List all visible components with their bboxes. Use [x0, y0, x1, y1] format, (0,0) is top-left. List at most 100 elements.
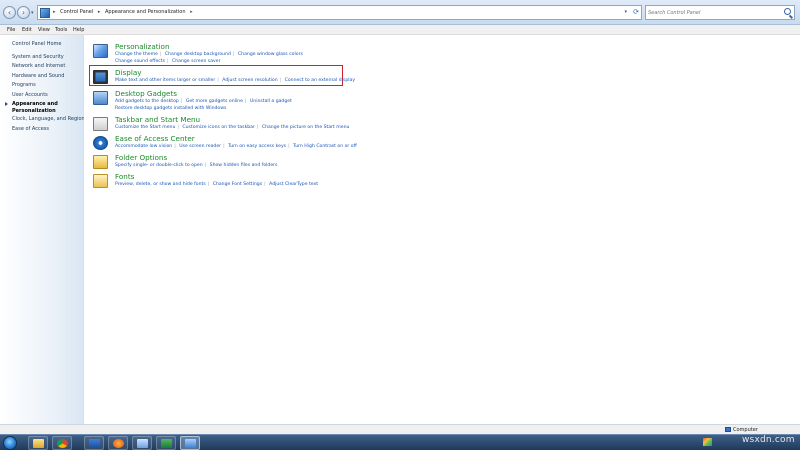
link-adjust-screen-resolution[interactable]: Adjust screen resolution [222, 78, 277, 83]
back-button[interactable]: ‹ [3, 6, 16, 19]
menu-help[interactable]: Help [73, 27, 84, 33]
search-icon[interactable] [784, 8, 791, 15]
link-customize-start-menu[interactable]: Customize the Start menu [115, 125, 175, 130]
link-change-font-settings[interactable]: Change Font Settings [213, 182, 262, 187]
sidebar-item-appearance-line1: Appearance and [12, 101, 58, 107]
sidebar: Control Panel Home System and Security N… [0, 35, 85, 425]
address-dropdown[interactable]: ▾ [624, 9, 627, 15]
taskbar-word-button[interactable] [84, 436, 104, 450]
link-easy-access-keys[interactable]: Turn on easy access keys [228, 144, 286, 149]
taskbar-excel-button[interactable] [156, 436, 176, 450]
address-field[interactable]: ▸ Control Panel ▸ Appearance and Persona… [37, 5, 642, 20]
link-connect-external-display[interactable]: Connect to an external display [285, 78, 355, 83]
control-panel-icon [185, 439, 196, 448]
breadcrumb: ▸ Control Panel ▸ Appearance and Persona… [53, 9, 193, 15]
sidebar-item-control-panel-home[interactable]: Control Panel Home [12, 41, 62, 47]
category-links: Specify single- or double-click to open |… [115, 163, 278, 168]
sidebar-item-network-and-internet[interactable]: Network and Internet [12, 63, 65, 69]
gadgets-icon[interactable] [93, 91, 108, 105]
link-change-screen-saver[interactable]: Change screen saver [172, 59, 220, 64]
category-title[interactable]: Fonts [115, 172, 134, 181]
start-button[interactable] [3, 436, 17, 450]
taskbar-firefox-button[interactable] [108, 436, 128, 450]
menu-file[interactable]: File [7, 27, 15, 33]
recent-pages-dropdown[interactable]: ▾ [31, 10, 34, 16]
fonts-icon[interactable] [93, 174, 108, 188]
sidebar-item-ease-of-access[interactable]: Ease of Access [12, 126, 49, 132]
category-links: Make text and other items larger or smal… [115, 78, 356, 83]
sidebar-item-programs[interactable]: Programs [12, 82, 36, 88]
status-computer-label: Computer [733, 427, 758, 433]
address-bar: ‹ › ▾ ▸ Control Panel ▸ Appearance and P… [0, 0, 800, 25]
link-customize-taskbar-icons[interactable]: Customize icons on the taskbar [182, 125, 254, 130]
action-center-flag-icon[interactable] [703, 438, 712, 446]
link-make-text-larger[interactable]: Make text and other items larger or smal… [115, 78, 215, 83]
category-links: Customize the Start menu | Customize icon… [115, 125, 350, 130]
search-box[interactable] [645, 5, 795, 20]
category-links: Accommodate low vision | Use screen reade… [115, 144, 357, 149]
main-content: Personalization Change the theme | Change… [84, 35, 800, 425]
link-accommodate-low-vision[interactable]: Accommodate low vision [115, 144, 172, 149]
firefox-icon [113, 439, 124, 448]
category-title[interactable]: Personalization [115, 42, 170, 51]
current-page-indicator-icon [5, 102, 8, 106]
personalization-icon[interactable] [93, 44, 108, 58]
category-personalization: Personalization Change the theme | Change… [90, 41, 390, 64]
link-restore-gadgets[interactable]: Restore desktop gadgets installed with W… [115, 106, 226, 111]
menu-view[interactable]: View [38, 27, 50, 33]
breadcrumb-control-panel[interactable]: Control Panel [60, 9, 93, 15]
back-arrow-icon: ‹ [7, 8, 12, 17]
link-add-gadgets[interactable]: Add gadgets to the desktop [115, 99, 179, 104]
forward-button[interactable]: › [17, 6, 30, 19]
link-get-more-gadgets[interactable]: Get more gadgets online [186, 99, 243, 104]
link-change-window-glass-colors[interactable]: Change window glass colors [238, 52, 303, 57]
link-change-desktop-background[interactable]: Change desktop background [165, 52, 231, 57]
sidebar-item-clock-language-region[interactable]: Clock, Language, and Region [12, 116, 85, 122]
chevron-right-icon[interactable]: ▸ [190, 9, 193, 15]
sidebar-item-user-accounts[interactable]: User Accounts [12, 92, 48, 98]
category-title[interactable]: Taskbar and Start Menu [115, 115, 200, 124]
link-change-start-picture[interactable]: Change the picture on the Start menu [262, 125, 350, 130]
category-fonts: Fonts Preview, delete, or show and hide … [90, 171, 390, 193]
menu-edit[interactable]: Edit [22, 27, 32, 33]
link-show-hidden-files[interactable]: Show hidden files and folders [210, 163, 278, 168]
taskbar-folder-button[interactable] [132, 436, 152, 450]
watermark-text: wsxdn.com [742, 435, 795, 445]
link-change-sound-effects[interactable]: Change sound effects [115, 59, 165, 64]
sidebar-item-hardware-and-sound[interactable]: Hardware and Sound [12, 73, 64, 79]
category-title[interactable]: Folder Options [115, 153, 167, 162]
folder-options-icon[interactable] [93, 155, 108, 169]
link-uninstall-gadget[interactable]: Uninstall a gadget [250, 99, 292, 104]
link-single-double-click[interactable]: Specify single- or double-click to open [115, 163, 203, 168]
link-high-contrast[interactable]: Turn High Contrast on or off [293, 144, 357, 149]
search-input[interactable] [648, 8, 778, 18]
link-preview-fonts[interactable]: Preview, delete, or show and hide fonts [115, 182, 206, 187]
taskbar-icon[interactable] [93, 117, 108, 131]
chevron-right-icon[interactable]: ▸ [98, 9, 101, 15]
link-use-screen-reader[interactable]: Use screen reader [179, 144, 221, 149]
category-display: Display Make text and other items larger… [90, 67, 390, 89]
taskbar-explorer-button[interactable] [28, 436, 48, 450]
excel-icon [161, 439, 172, 448]
folder-icon [137, 439, 148, 448]
category-links: Change the theme | Change desktop backgro… [115, 52, 303, 64]
control-panel-icon [40, 8, 50, 18]
menu-bar: File Edit View Tools Help [0, 25, 800, 35]
category-title[interactable]: Desktop Gadgets [115, 89, 177, 98]
sidebar-item-appearance-line2: Personalization [12, 108, 56, 114]
taskbar: wsxdn.com [0, 434, 800, 450]
sidebar-item-system-and-security[interactable]: System and Security [12, 54, 64, 60]
category-title[interactable]: Display [115, 68, 142, 77]
status-bar: Computer [0, 424, 800, 434]
menu-tools[interactable]: Tools [55, 27, 67, 33]
ease-of-access-icon[interactable] [93, 136, 108, 150]
taskbar-control-panel-button[interactable] [180, 436, 200, 450]
category-title[interactable]: Ease of Access Center [115, 134, 195, 143]
taskbar-chrome-button[interactable] [52, 436, 72, 450]
link-change-theme[interactable]: Change the theme [115, 52, 158, 57]
link-adjust-cleartype[interactable]: Adjust ClearType text [269, 182, 318, 187]
refresh-icon[interactable]: ⟳ [633, 8, 639, 16]
forward-arrow-icon: › [21, 8, 26, 17]
breadcrumb-appearance[interactable]: Appearance and Personalization [105, 9, 186, 15]
display-icon[interactable] [93, 70, 108, 84]
